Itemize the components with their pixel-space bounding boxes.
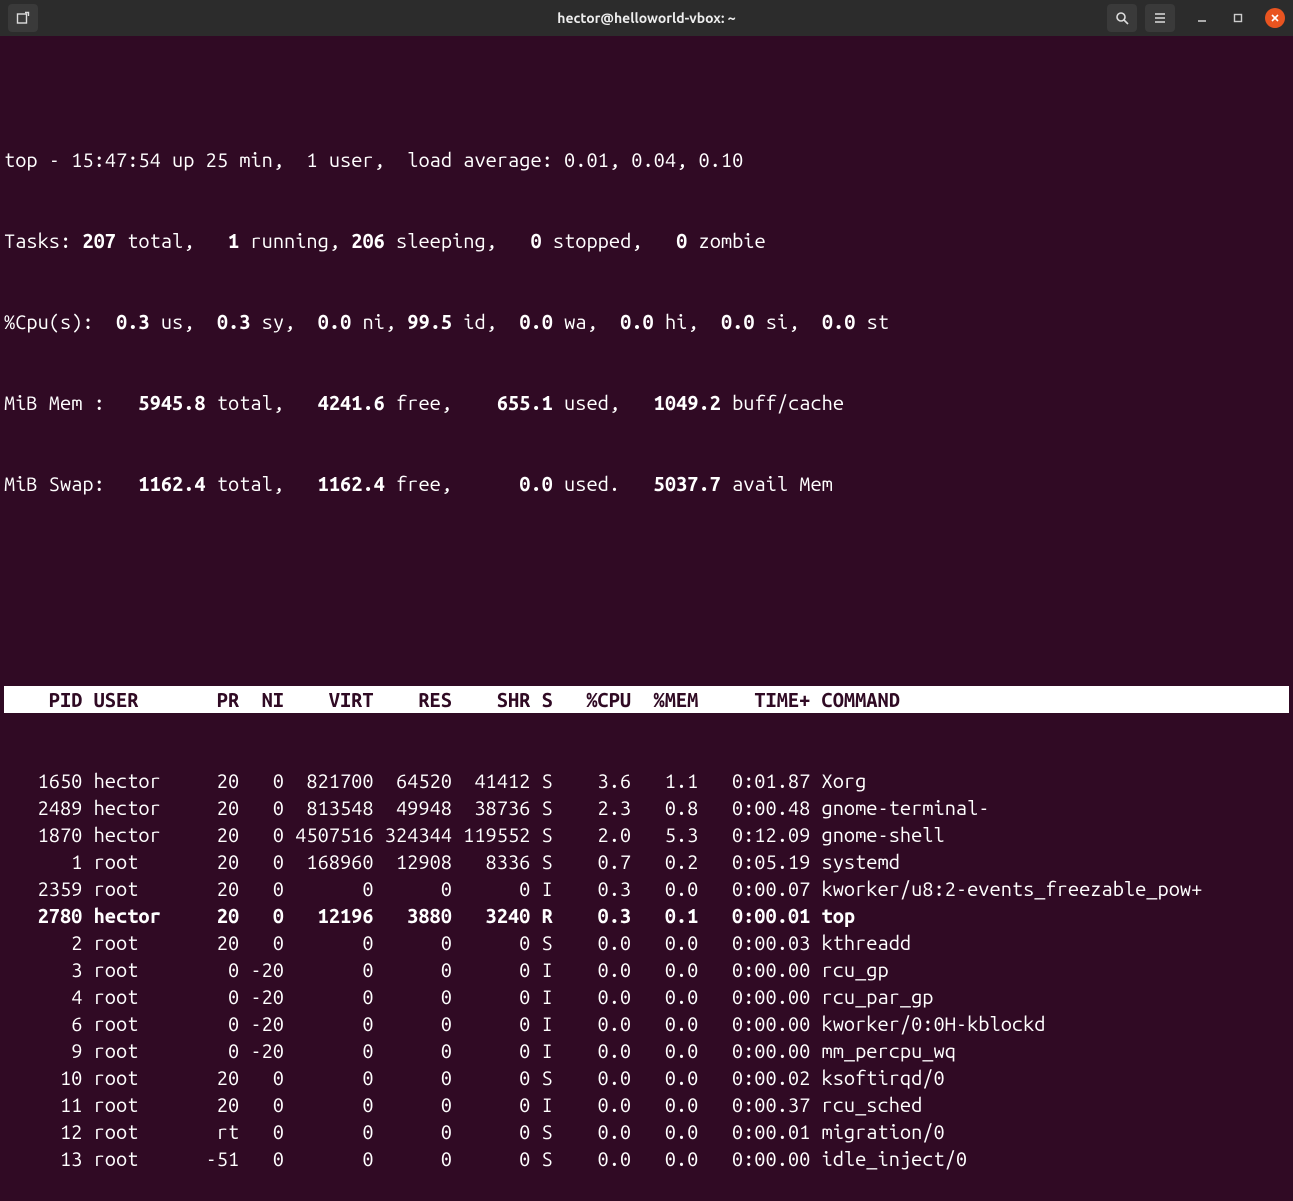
process-row: 2489 hector2008135484994838736 S2.30.80:… bbox=[4, 794, 1289, 821]
uptime-line: top - 15:47:54 up 25 min, 1 user, load a… bbox=[4, 146, 1289, 173]
process-row: 3 root0-20000 I0.00.00:00.00rcu_gp bbox=[4, 956, 1289, 983]
search-button[interactable] bbox=[1107, 4, 1137, 32]
process-row: 1650 hector2008217006452041412 S3.61.10:… bbox=[4, 767, 1289, 794]
process-row: 2 root200000 S0.00.00:00.03kthreadd bbox=[4, 929, 1289, 956]
minimize-button[interactable] bbox=[1193, 9, 1211, 27]
process-row: 4 root0-20000 I0.00.00:00.00rcu_par_gp bbox=[4, 983, 1289, 1010]
process-row: 11 root200000 I0.00.00:00.37rcu_sched bbox=[4, 1091, 1289, 1118]
mem-line: MiB Mem : 5945.8 total, 4241.6 free, 655… bbox=[4, 389, 1289, 416]
process-row: 2359 root200000 I0.30.00:00.07kworker/u8… bbox=[4, 875, 1289, 902]
process-row: 10 root200000 S0.00.00:00.02ksoftirqd/0 bbox=[4, 1064, 1289, 1091]
maximize-button[interactable] bbox=[1229, 9, 1247, 27]
window-titlebar: hector@helloworld-vbox: ~ bbox=[0, 0, 1293, 36]
menu-button[interactable] bbox=[1145, 4, 1175, 32]
top-summary: top - 15:47:54 up 25 min, 1 user, load a… bbox=[4, 92, 1289, 551]
new-tab-button[interactable] bbox=[8, 4, 38, 32]
process-row: 2780 hector2001219638803240 R0.30.10:00.… bbox=[4, 902, 1289, 929]
process-row: 13 root-510000 S0.00.00:00.00idle_inject… bbox=[4, 1145, 1289, 1172]
process-row: 1 root200168960129088336 S0.70.20:05.19s… bbox=[4, 848, 1289, 875]
process-row: 1870 hector2004507516324344119552 S2.05.… bbox=[4, 821, 1289, 848]
process-list: 1650 hector2008217006452041412 S3.61.10:… bbox=[4, 767, 1289, 1172]
terminal-area[interactable]: top - 15:47:54 up 25 min, 1 user, load a… bbox=[0, 36, 1293, 1201]
process-header-row: PID USERPRNIVIRTRESSHR S%CPU%MEMTIME+COM… bbox=[4, 686, 1289, 713]
window-title: hector@helloworld-vbox: ~ bbox=[557, 5, 735, 32]
cpu-line: %Cpu(s): 0.3 us, 0.3 sy, 0.0 ni, 99.5 id… bbox=[4, 308, 1289, 335]
process-row: 6 root0-20000 I0.00.00:00.00kworker/0:0H… bbox=[4, 1010, 1289, 1037]
tasks-line: Tasks: 207 total, 1 running, 206 sleepin… bbox=[4, 227, 1289, 254]
swap-line: MiB Swap: 1162.4 total, 1162.4 free, 0.0… bbox=[4, 470, 1289, 497]
close-button[interactable] bbox=[1265, 8, 1285, 28]
blank-line bbox=[4, 605, 1289, 632]
process-row: 12 rootrt0000 S0.00.00:00.01migration/0 bbox=[4, 1118, 1289, 1145]
process-row: 9 root0-20000 I0.00.00:00.00mm_percpu_wq bbox=[4, 1037, 1289, 1064]
